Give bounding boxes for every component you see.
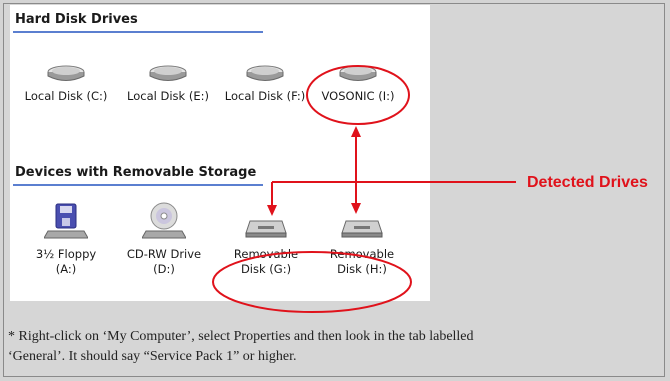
vosonic-highlight-circle	[306, 65, 410, 125]
arrow-head-down	[351, 203, 361, 214]
footnote-line-1: * Right-click on ‘My Computer’, select P…	[8, 329, 474, 344]
callout-arrow-head	[267, 205, 277, 216]
removable-highlight-circle	[212, 251, 412, 313]
detected-drives-callout: Detected Drives	[527, 174, 648, 191]
arrow-head-up	[351, 126, 361, 137]
footnote: * Right-click on ‘My Computer’, select P…	[8, 327, 648, 367]
footnote-line-2: ‘General’. It should say “Service Pack 1…	[8, 349, 297, 364]
